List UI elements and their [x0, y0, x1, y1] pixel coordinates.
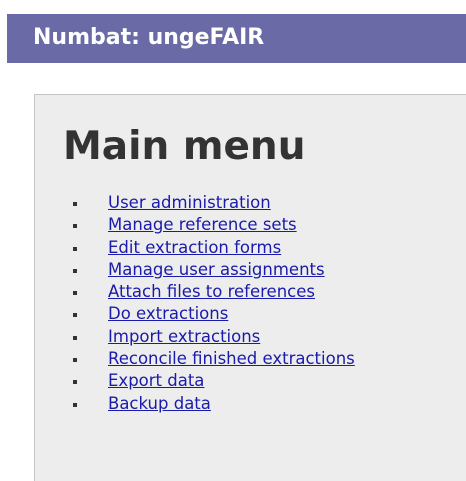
bullet-icon: [73, 358, 77, 363]
reconcile-extractions-link[interactable]: Reconcile finished extractions: [108, 349, 355, 368]
menu-item-manage-reference-sets: Manage reference sets: [73, 214, 355, 236]
edit-extraction-forms-link[interactable]: Edit extraction forms: [108, 238, 281, 257]
attach-files-link[interactable]: Attach files to references: [108, 282, 315, 301]
menu-item-manage-user-assignments: Manage user assignments: [73, 259, 355, 281]
bullet-icon: [73, 268, 77, 273]
main-menu: User administration Manage reference set…: [73, 192, 355, 415]
manage-user-assignments-link[interactable]: Manage user assignments: [108, 260, 325, 279]
bullet-icon: [73, 380, 77, 385]
page-title: Main menu: [63, 124, 306, 169]
menu-item-do-extractions: Do extractions: [73, 303, 355, 325]
bullet-icon: [73, 246, 77, 251]
menu-item-attach-files: Attach files to references: [73, 281, 355, 303]
menu-item-reconcile-extractions: Reconcile finished extractions: [73, 348, 355, 370]
backup-data-link[interactable]: Backup data: [108, 394, 211, 413]
do-extractions-link[interactable]: Do extractions: [108, 304, 228, 323]
user-administration-link[interactable]: User administration: [108, 193, 271, 212]
app-title: Numbat: ungeFAIR: [33, 25, 265, 50]
bullet-icon: [73, 402, 77, 407]
menu-item-export-data: Export data: [73, 370, 355, 392]
bullet-icon: [73, 313, 77, 318]
main-panel: Main menu User administration Manage ref…: [34, 94, 466, 481]
menu-item-backup-data: Backup data: [73, 393, 355, 415]
bullet-icon: [73, 224, 77, 229]
menu-item-import-extractions: Import extractions: [73, 326, 355, 348]
manage-reference-sets-link[interactable]: Manage reference sets: [108, 215, 297, 234]
app-header: Numbat: ungeFAIR: [7, 14, 466, 63]
export-data-link[interactable]: Export data: [108, 371, 204, 390]
bullet-icon: [73, 202, 77, 206]
bullet-icon: [73, 335, 77, 340]
menu-item-edit-extraction-forms: Edit extraction forms: [73, 237, 355, 259]
menu-item-user-administration: User administration: [73, 192, 355, 214]
bullet-icon: [73, 291, 77, 296]
import-extractions-link[interactable]: Import extractions: [108, 327, 260, 346]
